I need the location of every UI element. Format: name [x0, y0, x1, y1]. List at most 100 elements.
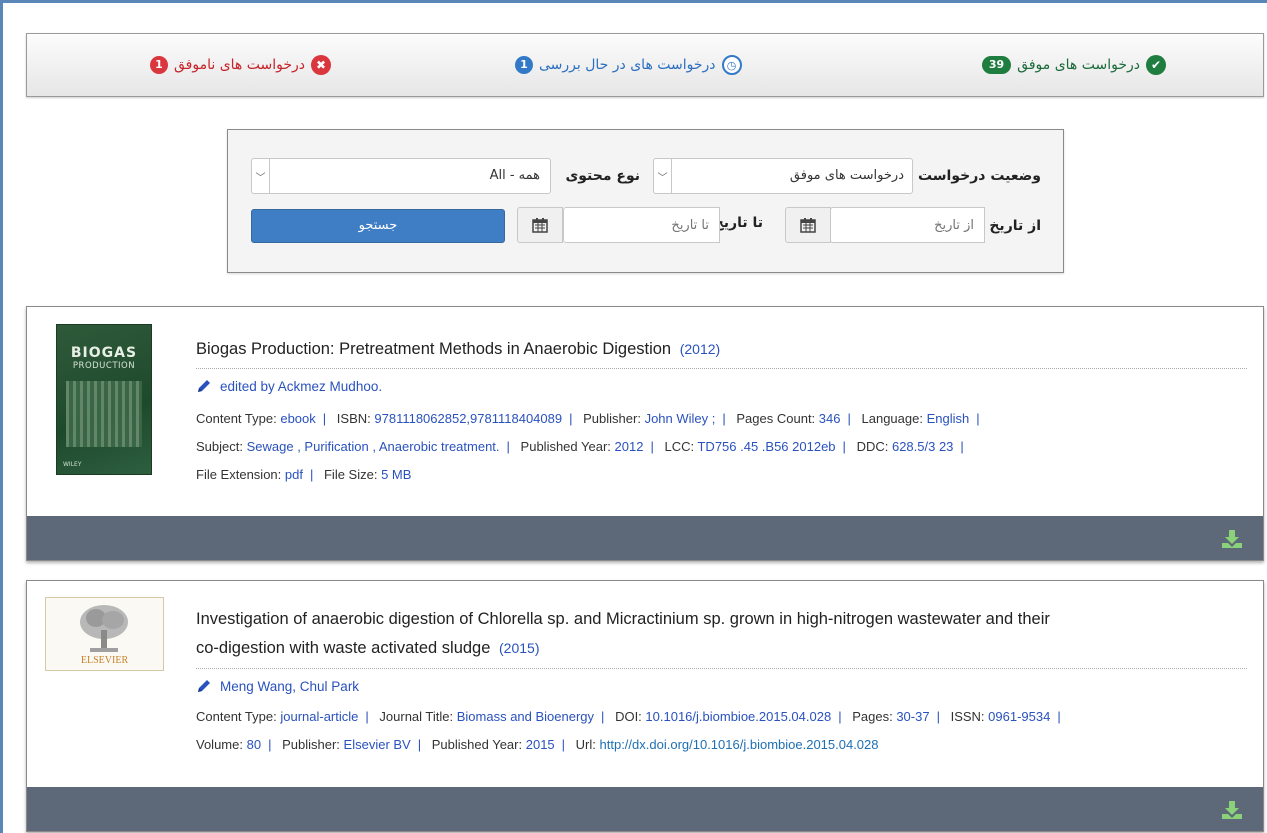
calendar-icon [800, 218, 816, 233]
meta-value-lcc[interactable]: TD756 .45 .B56 2012eb [697, 439, 835, 454]
result-title-text-cont[interactable]: co-digestion with waste activated sludge [196, 639, 490, 657]
success-count-badge: 39 [981, 56, 1012, 74]
journal-cover-image[interactable]: ELSEVIER [45, 597, 164, 671]
meta-value-url-link[interactable]: http://dx.doi.org/10.1016/j.biombioe.201… [600, 737, 879, 752]
tab-failed-label: درخواست های ناموفق [174, 57, 306, 73]
pending-count-badge: 1 [515, 56, 533, 74]
cover-subtitle-text: PRODUCTION [72, 361, 136, 371]
content-type-label: نوع محتوی [565, 168, 640, 184]
filter-panel: وضعیت درخواست درخواست های موفق ﹀ نوع محت… [227, 129, 1064, 273]
to-date-calendar-button[interactable] [517, 207, 563, 243]
result-card: BIOGAS PRODUCTION WILEY Biogas Productio… [26, 306, 1264, 561]
meta-key-lcc: LCC: [664, 439, 695, 454]
search-button[interactable]: جستجو [251, 209, 505, 243]
meta-key-file-extension: File Extension: [196, 467, 282, 482]
meta-value-file-size[interactable]: 5 MB [381, 467, 411, 482]
meta-row: Content Type: ebook | ISBN: 9781118062852… [196, 411, 980, 426]
request-status-value: درخواست های موفق [789, 168, 904, 183]
from-date-label: از تاریخ [989, 218, 1041, 234]
meta-key-publisher: Publisher: [282, 737, 340, 752]
close-circle-icon: ✖ [311, 55, 332, 75]
result-title: Investigation of anaerobic digestion of … [196, 605, 1247, 669]
meta-key-pages: Pages: [852, 709, 893, 724]
result-meta: Content Type: journal-article | Journal T… [196, 703, 1247, 759]
meta-key-file-size: File Size: [323, 467, 378, 482]
meta-value-doi[interactable]: 10.1016/j.biombioe.2015.04.028 [645, 709, 831, 724]
tab-success-label: درخواست های موفق [1017, 57, 1140, 73]
result-title-text[interactable]: Investigation of anaerobic digestion of … [196, 610, 1050, 628]
result-footer [27, 516, 1263, 560]
meta-value-content-type[interactable]: ebook [280, 411, 315, 426]
meta-value-publisher[interactable]: John Wiley ; [645, 411, 716, 426]
result-authors: edited by Ackmez Mudhoo. [196, 378, 1247, 394]
book-cover-image[interactable]: BIOGAS PRODUCTION WILEY [56, 324, 152, 475]
publisher-logo-text: ELSEVIER [80, 655, 129, 666]
meta-value-pages-count[interactable]: 346 [819, 411, 841, 426]
meta-row: File Extension: pdf | File Size: 5 MB [196, 467, 412, 482]
authors-text[interactable]: Meng Wang, Chul Park [220, 679, 359, 694]
result-authors: Meng Wang, Chul Park [196, 678, 1247, 694]
result-body: Biogas Production: Pretreatment Methods … [196, 335, 1247, 489]
from-date-input[interactable] [830, 207, 985, 243]
result-title-text[interactable]: Biogas Production: Pretreatment Methods … [196, 340, 671, 358]
meta-key-publisher: Publisher: [583, 411, 641, 426]
download-icon[interactable] [1221, 529, 1243, 549]
to-date-label: تا تاریخ [713, 215, 763, 231]
pencil-icon [198, 680, 210, 692]
tab-success-requests[interactable]: ✔ درخواست های موفق 39 [981, 52, 1166, 78]
result-year: (2012) [679, 341, 721, 357]
chevron-down-icon: ﹀ [252, 159, 270, 193]
meta-key-issn: ISSN: [950, 709, 985, 724]
meta-value-file-extension[interactable]: pdf [285, 467, 303, 482]
meta-key-pages-count: Pages Count: [736, 411, 816, 426]
meta-key-journal-title: Journal Title: [379, 709, 454, 724]
meta-value-content-type[interactable]: journal-article [280, 709, 358, 724]
meta-key-published-year: Published Year: [520, 439, 611, 454]
tab-failed-requests[interactable]: ✖ درخواست های ناموفق 1 [150, 52, 332, 78]
meta-value-publisher[interactable]: Elsevier BV [344, 737, 411, 752]
content-type-select[interactable]: All - همه ﹀ [251, 158, 551, 194]
tab-pending-requests[interactable]: ◷ درخواست های در حال بررسی 1 [515, 52, 742, 78]
result-meta: Content Type: ebook | ISBN: 9781118062852… [196, 405, 1247, 489]
meta-value-published-year[interactable]: 2012 [615, 439, 644, 454]
meta-key-url: Url: [575, 737, 596, 752]
authors-text[interactable]: edited by Ackmez Mudhoo. [220, 379, 382, 394]
app-window: ✔ درخواست های موفق 39 ◷ درخواست های در ح… [0, 0, 1267, 833]
meta-value-ddc[interactable]: 628.5/3 23 [892, 439, 953, 454]
meta-value-pages[interactable]: 30-37 [896, 709, 929, 724]
from-date-calendar-button[interactable] [785, 207, 831, 243]
request-status-select[interactable]: درخواست های موفق ﹀ [653, 158, 913, 194]
request-status-label: وضعیت درخواست [917, 168, 1041, 184]
cover-publisher-text: WILEY [63, 461, 82, 468]
download-icon[interactable] [1221, 800, 1243, 820]
chevron-down-icon: ﹀ [654, 159, 672, 193]
meta-key-language: Language: [861, 411, 923, 426]
meta-key-content-type: Content Type: [196, 709, 277, 724]
meta-value-journal-title[interactable]: Biomass and Bioenergy [457, 709, 594, 724]
meta-key-isbn: ISBN: [336, 411, 371, 426]
meta-value-issn[interactable]: 0961-9534 [988, 709, 1050, 724]
clock-icon: ◷ [721, 55, 742, 75]
meta-key-ddc: DDC: [856, 439, 889, 454]
failed-count-badge: 1 [150, 56, 168, 74]
result-body: Investigation of anaerobic digestion of … [196, 605, 1247, 759]
meta-value-language[interactable]: English [927, 411, 970, 426]
meta-key-subject: Subject: [196, 439, 243, 454]
result-year: (2015) [499, 640, 540, 656]
to-date-input[interactable] [563, 207, 720, 243]
cover-artwork [66, 381, 142, 447]
meta-value-volume[interactable]: 80 [247, 737, 261, 752]
meta-value-isbn[interactable]: 9781118062852,9781118404089 [374, 411, 562, 426]
cover-title-text: BIOGAS [70, 345, 138, 361]
meta-key-content-type: Content Type: [196, 411, 277, 426]
meta-key-published-year: Published Year: [431, 737, 523, 752]
result-card: ELSEVIER Investigation of anaerobic dige… [26, 580, 1264, 832]
meta-row: Volume: 80 | Publisher: Elsevier BV | Publ… [196, 737, 879, 752]
meta-key-doi: DOI: [615, 709, 642, 724]
result-footer [27, 787, 1263, 831]
meta-value-subject[interactable]: Sewage , Purification , Anaerobic treatm… [247, 439, 500, 454]
result-title: Biogas Production: Pretreatment Methods … [196, 335, 1247, 369]
meta-value-published-year[interactable]: 2015 [526, 737, 555, 752]
content-type-value: All - همه [489, 168, 540, 183]
calendar-icon [532, 218, 548, 233]
